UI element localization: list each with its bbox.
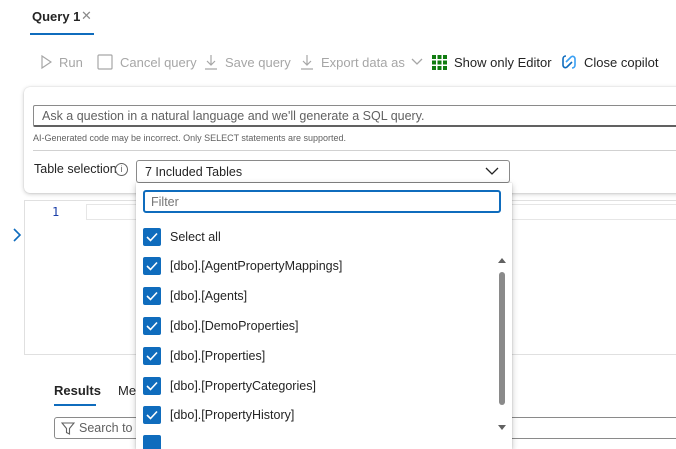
option-label: [dbo].[DemoProperties] — [170, 319, 299, 333]
results-tab-indicator — [54, 404, 96, 406]
checkbox-checked[interactable] — [143, 377, 161, 395]
chevron-down-icon — [411, 58, 423, 65]
download-icon — [205, 55, 217, 70]
option-properties[interactable]: [dbo].[Properties] — [143, 346, 265, 366]
close-copilot-label: Close copilot — [584, 54, 659, 70]
line-number: 1 — [52, 205, 60, 219]
export-data-button[interactable]: Export data as — [300, 50, 423, 74]
results-search-placeholder: Search to f — [79, 421, 140, 435]
export-icon — [301, 55, 313, 70]
checkbox-checked[interactable] — [143, 406, 161, 424]
tab-messages[interactable]: Me — [118, 383, 136, 398]
divider — [33, 150, 676, 151]
copilot-icon — [562, 55, 576, 69]
option-label: [dbo].[PropertyHistory] — [170, 408, 295, 422]
checkmark-icon — [146, 291, 158, 301]
checkmark-icon — [146, 232, 158, 242]
option-agents[interactable]: [dbo].[Agents] — [143, 286, 247, 306]
checkbox-checked[interactable] — [143, 228, 161, 246]
run-label: Run — [59, 54, 83, 70]
filter-icon — [61, 422, 75, 435]
table-selection-dropdown[interactable]: 7 Included Tables — [136, 160, 510, 183]
checkbox-checked[interactable] — [143, 287, 161, 305]
dropdown-value: 7 Included Tables — [145, 165, 243, 179]
checkmark-icon — [146, 261, 158, 271]
show-only-editor-button[interactable]: Show only Editor — [432, 50, 552, 74]
checkbox-checked[interactable] — [143, 347, 161, 365]
option-label: [dbo].[AgentPropertyMappings] — [170, 259, 343, 273]
option-property-categories[interactable]: [dbo].[PropertyCategories] — [143, 376, 316, 396]
table-selection-label: Table selection — [34, 162, 117, 176]
tab-results[interactable]: Results — [54, 383, 101, 398]
chevron-right-icon[interactable] — [12, 228, 22, 242]
checkbox-checked[interactable] — [143, 257, 161, 275]
export-data-label: Export data as — [321, 54, 405, 70]
option-label: Select all — [170, 230, 221, 244]
option-label: [dbo].[Properties] — [170, 349, 266, 363]
save-query-button[interactable]: Save query — [204, 50, 291, 74]
checkbox-partial[interactable] — [143, 435, 161, 449]
close-tab-icon[interactable]: ✕ — [81, 8, 92, 24]
tab-active-indicator — [30, 33, 94, 35]
checkmark-icon — [146, 321, 158, 331]
ask-question-input[interactable]: Ask a question in a natural language and… — [33, 105, 676, 127]
option-agent-property-mappings[interactable]: [dbo].[AgentPropertyMappings] — [143, 256, 342, 276]
grid-icon — [432, 54, 447, 70]
option-label: [dbo].[PropertyCategories] — [170, 379, 316, 393]
stop-icon — [97, 54, 113, 70]
cancel-query-label: Cancel query — [120, 54, 197, 70]
cancel-query-button[interactable]: Cancel query — [97, 50, 197, 74]
option-property-history[interactable]: [dbo].[PropertyHistory] — [143, 405, 294, 425]
save-query-label: Save query — [225, 54, 291, 70]
play-icon — [41, 55, 52, 69]
scroll-down-icon[interactable] — [497, 424, 507, 432]
run-button[interactable]: Run — [40, 50, 83, 74]
ai-disclaimer: AI-Generated code may be incorrect. Only… — [33, 133, 346, 143]
scroll-up-icon[interactable] — [497, 256, 507, 264]
checkmark-icon — [146, 410, 158, 420]
close-copilot-button[interactable]: Close copilot — [561, 50, 658, 74]
option-label: [dbo].[Agents] — [170, 289, 248, 303]
scrollbar-thumb[interactable] — [499, 272, 505, 405]
checkbox-checked[interactable] — [143, 317, 161, 335]
checkmark-icon — [146, 381, 158, 391]
checkmark-icon — [146, 351, 158, 361]
option-demo-properties[interactable]: [dbo].[DemoProperties] — [143, 316, 299, 336]
filter-input[interactable] — [143, 190, 501, 213]
info-icon[interactable]: i — [115, 163, 128, 176]
chevron-down-icon — [485, 167, 499, 175]
show-only-editor-label: Show only Editor — [454, 54, 552, 70]
tab-query-1[interactable]: Query 1 — [32, 9, 80, 24]
option-select-all[interactable]: Select all — [143, 227, 221, 247]
